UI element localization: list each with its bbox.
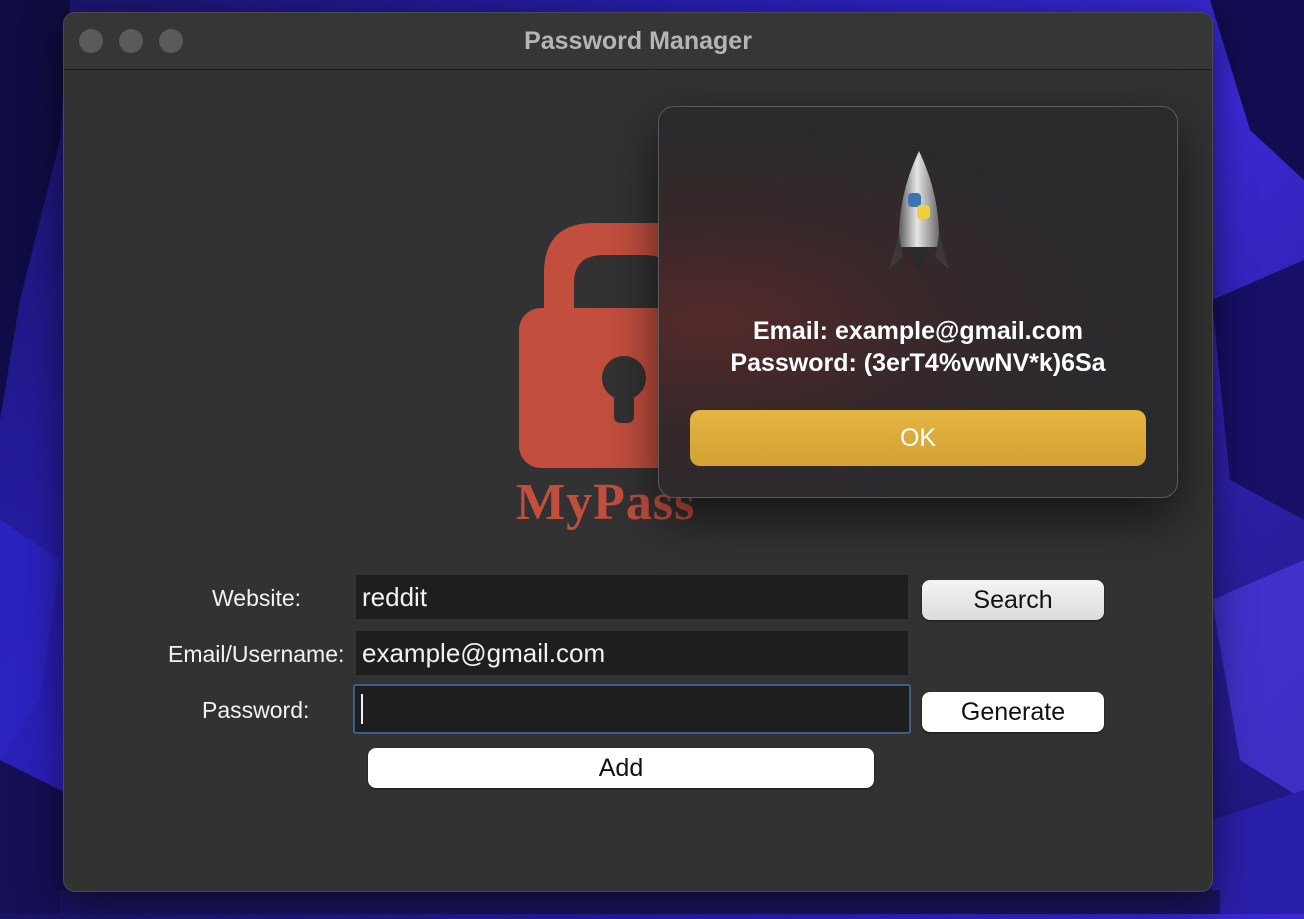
dialog-password-text: Password: (3erT4%vwNV*k)6Sa bbox=[730, 349, 1106, 377]
window-title: Password Manager bbox=[524, 27, 752, 55]
python-rocket-icon bbox=[889, 151, 949, 269]
email-username-input-value: example@gmail.com bbox=[362, 637, 606, 668]
website-label: Website: bbox=[212, 585, 302, 611]
generate-button[interactable]: Generate bbox=[922, 692, 1104, 732]
add-button[interactable]: Add bbox=[368, 748, 874, 788]
password-input[interactable] bbox=[353, 684, 911, 734]
password-label: Password: bbox=[202, 697, 310, 723]
text-caret bbox=[361, 694, 363, 724]
email-username-input[interactable]: example@gmail.com bbox=[356, 631, 908, 675]
website-input[interactable]: reddit bbox=[356, 575, 908, 619]
title-bar: Password Manager bbox=[64, 13, 1212, 70]
search-button[interactable]: Search bbox=[922, 580, 1104, 620]
dialog-email-text: Email: example@gmail.com bbox=[752, 317, 1084, 345]
email-username-label: Email/Username: bbox=[168, 641, 345, 667]
alert-dialog: Email: example@gmail.com Password: (3erT… bbox=[658, 106, 1178, 498]
website-input-value: reddit bbox=[362, 581, 428, 612]
ok-button[interactable]: OK bbox=[690, 410, 1146, 466]
